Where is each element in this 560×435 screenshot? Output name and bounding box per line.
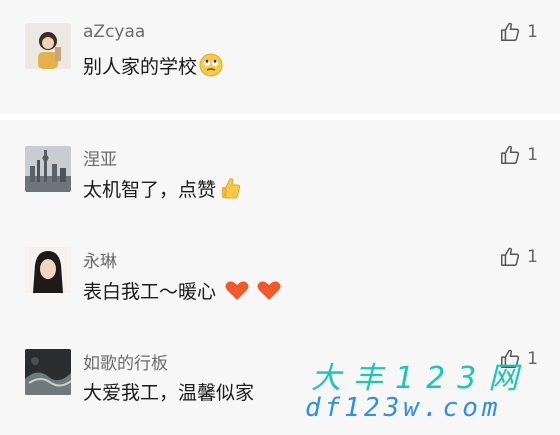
like-button[interactable]: 1: [499, 245, 538, 269]
like-button[interactable]: 1: [499, 143, 538, 167]
like-button[interactable]: 1: [499, 347, 538, 371]
comment-text: 大爱我工，温馨似家: [83, 378, 254, 405]
avatar[interactable]: [25, 349, 71, 395]
like-count: 1: [527, 247, 538, 267]
comment-item: 如歌的行板 大爱我工，温馨似家 1: [0, 345, 560, 415]
comment-text: 表白我工～暖心: [83, 277, 282, 307]
like-count: 1: [527, 145, 538, 165]
comment-text-body: 表白我工～暖心: [83, 281, 217, 303]
thumbs-up-icon: [499, 348, 521, 370]
avatar[interactable]: [25, 146, 71, 192]
comment-item: 永琳 表白我工～暖心 1: [0, 242, 560, 312]
thumbs-up-icon: [499, 21, 521, 43]
rolling-eyes-emoji-icon: [199, 53, 223, 82]
comment-item: 涅亚 太机智了，点赞 1: [0, 140, 560, 210]
like-count: 1: [527, 22, 538, 42]
thumbs-up-emoji-icon: [218, 176, 242, 205]
heart-emoji-icon: [224, 278, 250, 307]
comment-author[interactable]: 永琳: [83, 247, 117, 272]
like-button[interactable]: 1: [499, 20, 538, 44]
comment-author[interactable]: 如歌的行板: [83, 349, 168, 374]
avatar[interactable]: [25, 247, 71, 293]
section-divider: [0, 114, 560, 120]
avatar[interactable]: [25, 23, 71, 69]
comment-text-body: 大爱我工，温馨似家: [83, 382, 255, 404]
heart-emoji-icon: [256, 278, 282, 307]
thumbs-up-icon: [499, 144, 521, 166]
comment-text: 太机智了，点赞: [83, 175, 242, 205]
comment-author[interactable]: aZcyaa: [83, 22, 145, 42]
comment-text: 别人家的学校: [83, 52, 223, 82]
comment-text-body: 别人家的学校: [83, 56, 198, 78]
thumbs-up-icon: [499, 246, 521, 268]
comment-item: aZcyaa 别人家的学校 1: [0, 18, 560, 88]
comment-text-body: 太机智了，点赞: [83, 179, 217, 201]
like-count: 1: [527, 349, 538, 369]
comment-author[interactable]: 涅亚: [83, 145, 117, 170]
